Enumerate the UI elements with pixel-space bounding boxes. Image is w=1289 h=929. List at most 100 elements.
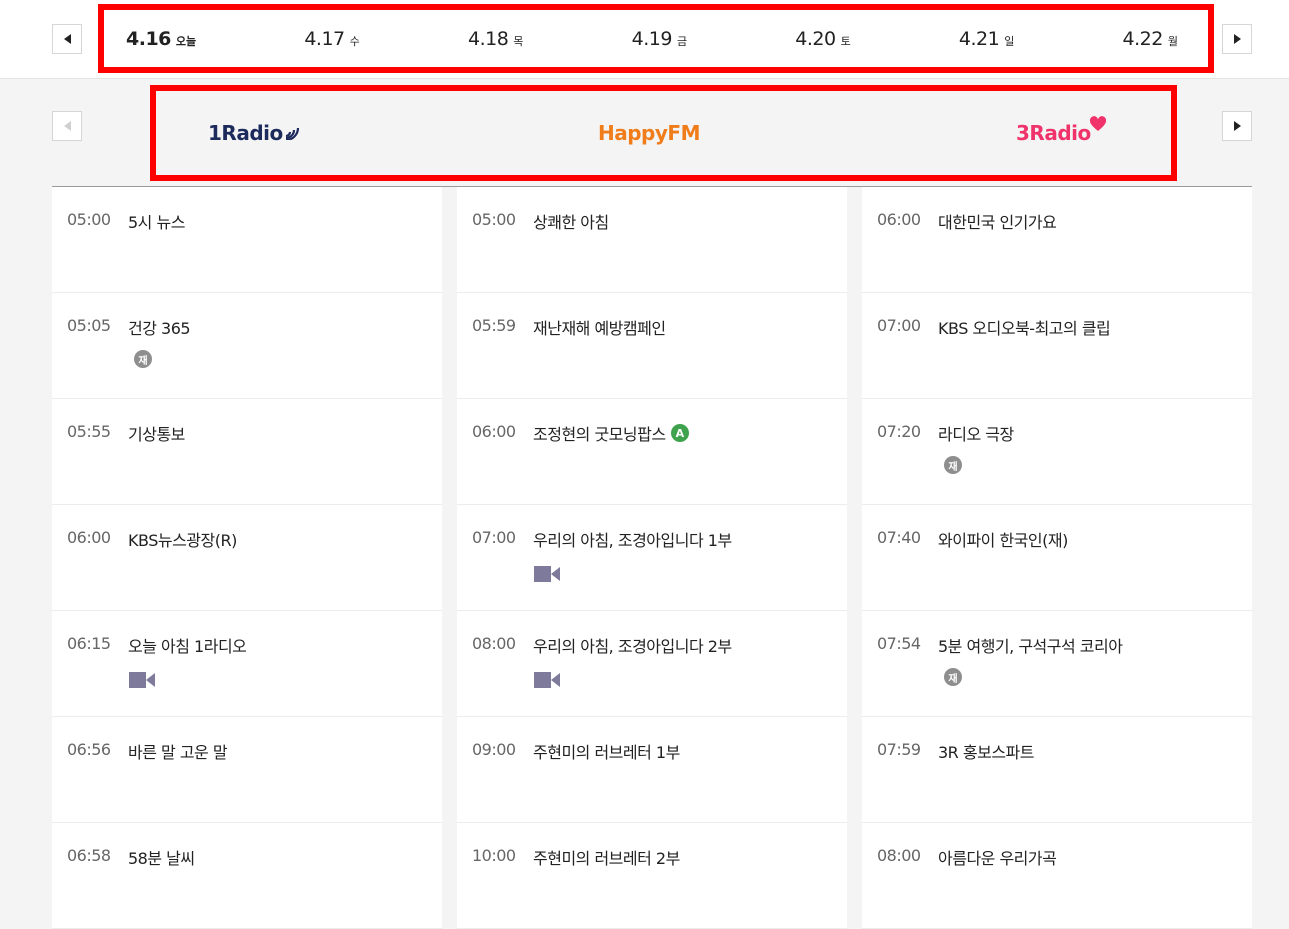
program-title[interactable]: 우리의 아침, 조경아입니다 1부 xyxy=(533,527,732,551)
video-camera-icon[interactable] xyxy=(534,566,560,582)
program-item[interactable]: 09:00 주현미의 러브레터 1부 xyxy=(457,717,847,823)
date-item[interactable]: 4.16 오늘 xyxy=(126,28,196,50)
program-time: 06:56 xyxy=(67,740,111,759)
program-title[interactable]: 5분 여행기, 구석구석 코리아 xyxy=(938,633,1123,657)
date-list: 4.16 오늘 4.17 수 4.18 목 4.19 금 4.20 토 4.21… xyxy=(104,10,1208,67)
program-item[interactable]: 06:00 조정현의 굿모닝팝스 A xyxy=(457,399,847,505)
program-item[interactable]: 08:00 아름다운 우리가곡 xyxy=(862,823,1252,929)
channel-next-button[interactable] xyxy=(1222,111,1252,141)
program-time: 05:00 xyxy=(67,210,111,229)
program-time: 07:54 xyxy=(877,634,921,653)
program-time: 07:20 xyxy=(877,422,921,441)
program-title[interactable]: 상쾌한 아침 xyxy=(533,209,609,233)
date-weekday: 오늘 xyxy=(175,34,197,48)
program-item[interactable]: 06:00 대한민국 인기가요 xyxy=(862,187,1252,293)
date-item[interactable]: 4.18 목 xyxy=(468,28,523,50)
channel-3radio[interactable]: 3Radio xyxy=(1016,91,1107,175)
program-title[interactable]: 와이파이 한국인(재) xyxy=(938,527,1068,551)
date-item[interactable]: 4.20 토 xyxy=(795,28,850,50)
schedule-column-3radio: 06:00 대한민국 인기가요 07:00 KBS 오디오북-최고의 클립 07… xyxy=(862,187,1252,929)
program-title[interactable]: KBS 오디오북-최고의 클립 xyxy=(938,315,1111,339)
program-item[interactable]: 05:55 기상통보 xyxy=(52,399,442,505)
program-time: 09:00 xyxy=(472,740,516,759)
program-time: 06:15 xyxy=(67,634,111,653)
channel-1radio[interactable]: 1Radio xyxy=(208,91,300,175)
program-title[interactable]: 3R 홍보스파트 xyxy=(938,739,1034,763)
program-item[interactable]: 07:00 우리의 아침, 조경아입니다 1부 xyxy=(457,505,847,611)
channel-prev-button[interactable] xyxy=(52,111,82,141)
date-number: 4.18 xyxy=(467,27,509,50)
program-title[interactable]: 5시 뉴스 xyxy=(128,209,185,233)
program-title-text: 바른 말 고운 말 xyxy=(128,743,228,762)
program-time: 06:00 xyxy=(472,422,516,441)
channel-happyfm[interactable]: HappyFM xyxy=(598,91,700,175)
program-item[interactable]: 06:56 바른 말 고운 말 xyxy=(52,717,442,823)
date-item[interactable]: 4.19 금 xyxy=(632,28,687,50)
program-title-text: 3R 홍보스파트 xyxy=(938,743,1034,762)
program-title[interactable]: 재난재해 예방캠페인 xyxy=(533,315,666,339)
program-item[interactable]: 07:59 3R 홍보스파트 xyxy=(862,717,1252,823)
program-title-text: 우리의 아침, 조경아입니다 1부 xyxy=(533,531,732,550)
date-prev-button[interactable] xyxy=(52,24,82,54)
rerun-badge: 재 xyxy=(134,350,152,368)
program-time: 06:00 xyxy=(877,210,921,229)
program-item[interactable]: 10:00 주현미의 러브레터 2부 xyxy=(457,823,847,929)
video-camera-icon[interactable] xyxy=(534,672,560,688)
date-bar: 4.16 오늘 4.17 수 4.18 목 4.19 금 4.20 토 4.21… xyxy=(0,0,1289,79)
program-item[interactable]: 05:05 건강 365 재 xyxy=(52,293,442,399)
program-title[interactable]: 대한민국 인기가요 xyxy=(938,209,1057,233)
program-title[interactable]: KBS뉴스광장(R) xyxy=(128,527,237,551)
date-number: 4.20 xyxy=(795,27,836,50)
date-item[interactable]: 4.21 일 xyxy=(959,28,1014,50)
program-title[interactable]: 아름다운 우리가곡 xyxy=(938,845,1057,869)
schedule-column-1radio: 05:00 5시 뉴스 05:05 건강 365 재 05:55 기상통보 06… xyxy=(52,187,442,929)
program-item[interactable]: 05:59 재난재해 예방캠페인 xyxy=(457,293,847,399)
date-next-button[interactable] xyxy=(1222,24,1252,54)
program-item[interactable]: 07:54 5분 여행기, 구석구석 코리아 재 xyxy=(862,611,1252,717)
program-title[interactable]: 바른 말 고운 말 xyxy=(128,739,228,763)
program-title[interactable]: 기상통보 xyxy=(128,421,185,445)
date-weekday: 목 xyxy=(513,34,524,48)
program-title-text: 와이파이 한국인(재) xyxy=(938,531,1068,550)
program-title[interactable]: 조정현의 굿모닝팝스 A xyxy=(533,421,689,445)
program-title[interactable]: 58분 날씨 xyxy=(128,845,195,869)
program-item[interactable]: 05:00 상쾌한 아침 xyxy=(457,187,847,293)
arrow-right-icon xyxy=(1233,34,1241,44)
program-item[interactable]: 07:20 라디오 극장 재 xyxy=(862,399,1252,505)
video-camera-icon[interactable] xyxy=(129,672,155,688)
program-item[interactable]: 08:00 우리의 아침, 조경아입니다 2부 xyxy=(457,611,847,717)
arrow-left-icon xyxy=(63,34,71,44)
date-weekday: 토 xyxy=(840,34,851,48)
program-item[interactable]: 06:15 오늘 아침 1라디오 xyxy=(52,611,442,717)
date-number: 4.19 xyxy=(631,27,673,50)
program-title[interactable]: 주현미의 러브레터 1부 xyxy=(533,739,680,763)
program-title[interactable]: 주현미의 러브레터 2부 xyxy=(533,845,680,869)
program-item[interactable]: 07:00 KBS 오디오북-최고의 클립 xyxy=(862,293,1252,399)
program-title-text: 5시 뉴스 xyxy=(128,213,185,232)
date-weekday: 월 xyxy=(1167,34,1178,48)
date-number: 4.16 xyxy=(126,27,171,50)
program-title-text: 재난재해 예방캠페인 xyxy=(533,319,666,338)
program-title[interactable]: 우리의 아침, 조경아입니다 2부 xyxy=(533,633,732,657)
program-item[interactable]: 07:40 와이파이 한국인(재) xyxy=(862,505,1252,611)
program-time: 05:55 xyxy=(67,422,111,441)
date-item[interactable]: 4.17 수 xyxy=(304,28,359,50)
program-item[interactable]: 05:00 5시 뉴스 xyxy=(52,187,442,293)
program-item[interactable]: 06:00 KBS뉴스광장(R) xyxy=(52,505,442,611)
program-time: 05:59 xyxy=(472,316,516,335)
program-time: 07:59 xyxy=(877,740,921,759)
program-item[interactable]: 06:58 58분 날씨 xyxy=(52,823,442,929)
date-weekday: 일 xyxy=(1004,34,1015,48)
date-weekday: 수 xyxy=(349,34,360,48)
program-title-text: 아름다운 우리가곡 xyxy=(938,849,1057,868)
rerun-badge: 재 xyxy=(944,668,962,686)
date-item[interactable]: 4.22 월 xyxy=(1123,28,1178,50)
program-time: 05:05 xyxy=(67,316,111,335)
program-title[interactable]: 오늘 아침 1라디오 xyxy=(128,633,247,657)
program-title[interactable]: 건강 365 xyxy=(128,315,191,339)
date-number: 4.21 xyxy=(958,27,1000,50)
program-title-text: 건강 365 xyxy=(128,319,191,338)
program-title-text: 기상통보 xyxy=(128,425,185,444)
arrow-right-icon xyxy=(1233,121,1241,131)
program-title[interactable]: 라디오 극장 xyxy=(938,421,1014,445)
